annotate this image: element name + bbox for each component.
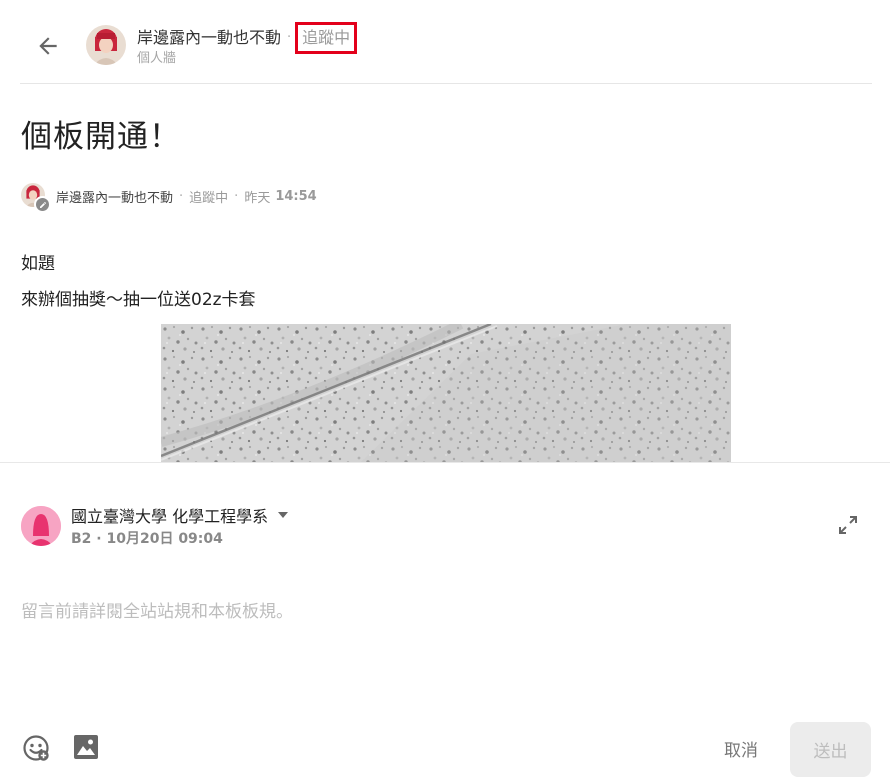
header-author-name[interactable]: 岸邊露內一動也不動	[137, 26, 281, 50]
meta-follow-status[interactable]: 追蹤中	[189, 187, 228, 206]
send-button[interactable]: 送出	[790, 722, 871, 777]
header-divider	[20, 83, 872, 84]
female-avatar-icon	[21, 506, 61, 546]
post-meta: 岸邊露內一動也不動 · 追蹤中 · 昨天 14:54	[21, 183, 317, 213]
post-body: 如題 來辦個抽獎～抽一位送02z卡套	[21, 246, 256, 318]
arrow-left-icon	[39, 37, 57, 55]
identity-sub-label: B2 · 10月20日 09:04	[71, 531, 223, 547]
comment-composer: 國立臺灣大學 化學工程學系 B2 · 10月20日 09:04 留言前請詳閱全站…	[0, 463, 890, 784]
comment-input[interactable]	[21, 597, 869, 697]
emoji-button[interactable]	[22, 734, 50, 762]
page-header: 岸邊露內一動也不動 · 追蹤中 個人牆	[0, 0, 890, 84]
back-button[interactable]	[30, 28, 66, 64]
identity-label: 國立臺灣大學 化學工程學系	[71, 507, 269, 526]
identity-selector[interactable]: 國立臺灣大學 化學工程學系	[71, 503, 289, 527]
avatar-photo	[86, 25, 126, 65]
commenter-avatar	[21, 506, 61, 546]
post-image[interactable]	[161, 324, 731, 462]
body-line: 如題	[21, 254, 55, 274]
meta-day: 昨天	[244, 190, 271, 206]
post-title: 個板開通！	[21, 119, 181, 155]
separator-dot: ·	[179, 188, 184, 204]
expand-icon	[839, 516, 857, 534]
meta-time: 14:54	[275, 188, 317, 204]
meta-avatar[interactable]	[21, 183, 51, 213]
separator-dot: ·	[287, 30, 292, 45]
caret-down-icon	[278, 512, 289, 518]
cancel-button[interactable]: 取消	[706, 727, 776, 769]
image-icon	[74, 735, 98, 759]
pencil-icon	[34, 196, 51, 213]
body-line: 來辦個抽獎～抽一位送02z卡套	[21, 290, 256, 310]
expand-button[interactable]	[834, 511, 862, 539]
follow-status[interactable]: 追蹤中	[295, 22, 358, 54]
image-upload-button[interactable]	[73, 734, 99, 760]
terrazzo-photo	[161, 324, 731, 462]
post-page: 岸邊露內一動也不動 · 追蹤中 個人牆 個板開通！ 岸邊露內一動也不動 · 追蹤…	[0, 0, 890, 784]
smiley-icon	[23, 735, 49, 761]
header-subtitle: 個人牆	[137, 51, 177, 66]
meta-author-name[interactable]: 岸邊露內一動也不動	[56, 187, 173, 206]
author-avatar[interactable]	[86, 25, 126, 65]
separator-dot: ·	[234, 188, 239, 204]
